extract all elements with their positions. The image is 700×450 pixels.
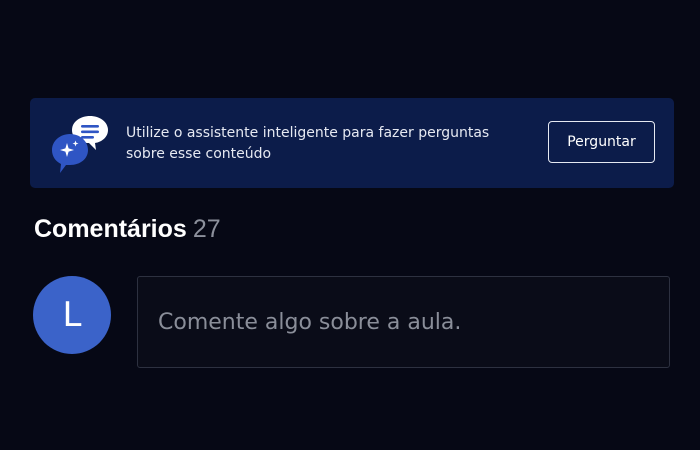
comments-header: Comentários 27 (34, 214, 221, 244)
comment-input[interactable] (137, 276, 670, 368)
ask-button[interactable]: Perguntar (548, 121, 655, 163)
comments-title: Comentários (34, 215, 187, 243)
assistant-banner-message: Utilize o assistente inteligente para fa… (126, 125, 490, 162)
avatar: L (33, 276, 111, 354)
chat-sparkle-icon (52, 116, 108, 173)
assistant-banner: Utilize o assistente inteligente para fa… (30, 98, 674, 188)
comments-count: 27 (192, 215, 221, 243)
